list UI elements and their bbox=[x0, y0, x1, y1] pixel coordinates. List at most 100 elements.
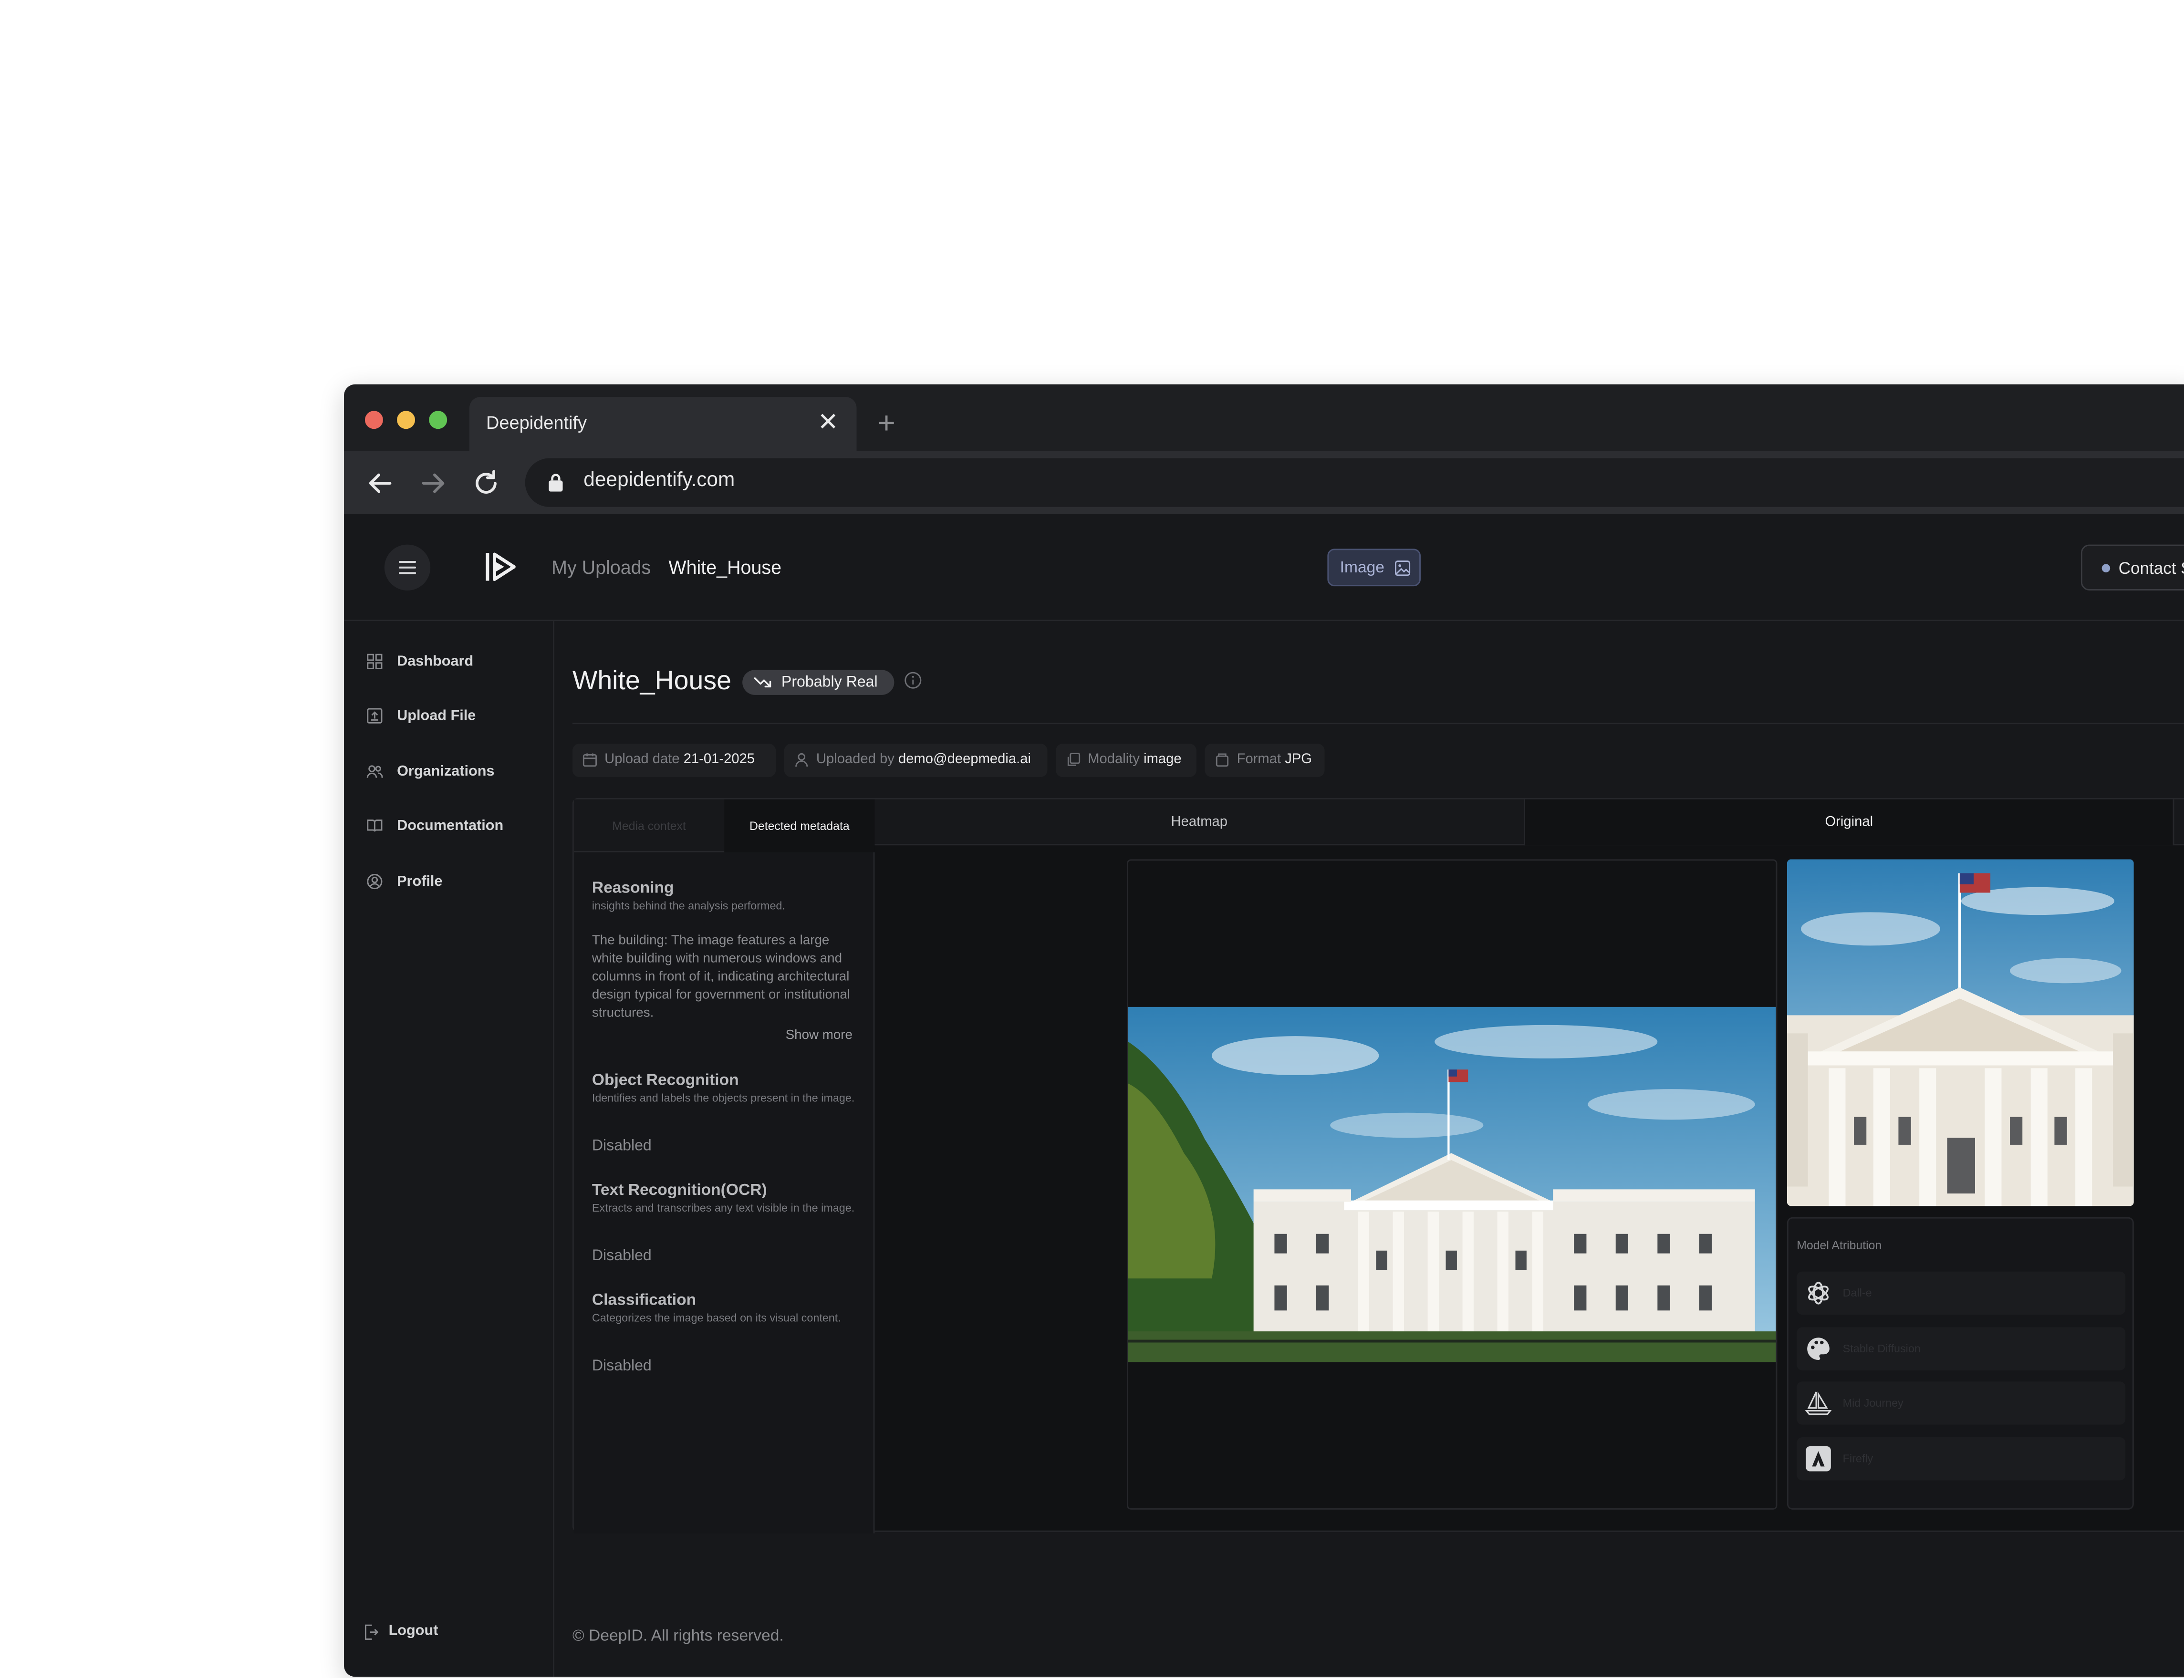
user-circle-icon bbox=[367, 874, 383, 890]
deepid-logo-icon[interactable] bbox=[485, 550, 518, 583]
sailboat-icon bbox=[1805, 1391, 1832, 1415]
meta-key: Uploaded by bbox=[816, 752, 894, 767]
reload-icon[interactable] bbox=[471, 468, 501, 498]
new-tab-icon[interactable]: + bbox=[877, 407, 895, 438]
browser-tab[interactable]: Deepidentify ✕ bbox=[469, 397, 857, 451]
modality-badge: Image bbox=[1327, 549, 1421, 587]
model-name: Mid Journey bbox=[1842, 1397, 1903, 1410]
minimize-window-button[interactable] bbox=[397, 411, 416, 429]
contact-button[interactable]: Contact S bbox=[2080, 544, 2184, 591]
modality-badge-label: Image bbox=[1340, 560, 1384, 577]
breadcrumb-parent[interactable]: My Uploads bbox=[551, 557, 651, 578]
book-icon bbox=[367, 819, 383, 832]
sidebar-item-label: Upload File bbox=[397, 707, 476, 725]
metadata-panel: Reasoning insights behind the analysis p… bbox=[573, 852, 875, 1534]
meta-value: demo@deepmedia.ai bbox=[898, 752, 1031, 767]
calendar-icon bbox=[582, 753, 597, 767]
classification-title: Classification bbox=[592, 1292, 697, 1309]
palette-icon bbox=[1807, 1338, 1830, 1360]
show-more-link[interactable]: Show more bbox=[786, 1028, 853, 1043]
classification-desc: Categorizes the image based on its visua… bbox=[592, 1312, 841, 1325]
meta-chip-modality: Modality image bbox=[1056, 744, 1196, 778]
object-recognition-desc: Identifies and labels the objects presen… bbox=[592, 1091, 855, 1105]
logout-label: Logout bbox=[388, 1622, 438, 1639]
footer-copyright: © DeepID. All rights reserved. bbox=[572, 1628, 784, 1645]
sidebar-item-documentation[interactable]: Documentation bbox=[366, 813, 548, 841]
sidebar-item-upload-file[interactable]: Upload File bbox=[366, 703, 548, 731]
model-name: Firefly bbox=[1842, 1452, 1873, 1465]
user-icon bbox=[795, 753, 808, 767]
users-icon bbox=[366, 765, 383, 778]
heatmap-viewer[interactable] bbox=[1126, 859, 1778, 1510]
reasoning-desc: insights behind the analysis performed. bbox=[592, 900, 785, 913]
sidebar-item-dashboard[interactable]: Dashboard bbox=[366, 649, 548, 677]
meta-chip-format: Format JPG bbox=[1205, 744, 1325, 778]
meta-key: Modality bbox=[1088, 752, 1140, 767]
tab-heatmap[interactable]: Heatmap bbox=[875, 799, 1525, 846]
model-row-firefly[interactable]: Firefly bbox=[1797, 1437, 2126, 1481]
analysis-panel: Media context Detected metadata Reasonin… bbox=[572, 798, 2184, 1534]
close-tab-icon[interactable]: ✕ bbox=[818, 408, 839, 436]
grid-icon bbox=[367, 653, 383, 669]
openai-icon bbox=[1808, 1282, 1829, 1305]
close-window-button[interactable] bbox=[364, 411, 383, 429]
sidebar-item-label: Profile bbox=[397, 873, 443, 890]
meta-chip-upload-date: Upload date 21-01-2025 bbox=[572, 744, 776, 778]
url-field[interactable]: deepidentify.com bbox=[525, 458, 2184, 507]
model-row-dall-e[interactable]: Dall-e bbox=[1797, 1271, 2126, 1315]
model-attribution-panel: Model Atribution Dall-e Stable Diffusion… bbox=[1787, 1217, 2134, 1510]
file-icon bbox=[1216, 753, 1229, 767]
white-house-image bbox=[1128, 1006, 1776, 1362]
sidebar-item-label: Documentation bbox=[397, 817, 504, 834]
tab-media-context[interactable]: Media context bbox=[574, 799, 724, 852]
menu-button[interactable] bbox=[384, 544, 431, 591]
tab-detected-metadata[interactable]: Detected metadata bbox=[724, 799, 875, 852]
verdict-badge: Probably Real bbox=[742, 670, 894, 695]
divider bbox=[572, 723, 2184, 725]
tab-original[interactable]: Original bbox=[1525, 799, 2174, 846]
logout-icon bbox=[364, 1624, 379, 1640]
meta-value: JPG bbox=[1285, 752, 1312, 767]
left-tabs: Media context Detected metadata bbox=[573, 799, 875, 852]
info-icon[interactable] bbox=[904, 671, 922, 689]
app: My Uploads White_House Image Contact S D… bbox=[344, 514, 2184, 1677]
ocr-title: Text Recognition(OCR) bbox=[592, 1182, 767, 1199]
view-tabs: Heatmap Original bbox=[874, 799, 2184, 846]
sidebar-item-organizations[interactable]: Organizations bbox=[366, 759, 548, 787]
model-attribution-title: Model Atribution bbox=[1797, 1238, 1882, 1252]
back-arrow-icon[interactable] bbox=[365, 468, 395, 498]
contact-button-label: Contact S bbox=[2118, 558, 2184, 578]
trend-down-icon bbox=[754, 677, 771, 688]
copy-icon bbox=[1067, 753, 1081, 766]
object-recognition-title: Object Recognition bbox=[592, 1072, 739, 1089]
browser-tab-title: Deepidentify bbox=[486, 412, 587, 433]
ocr-status: Disabled bbox=[592, 1247, 652, 1265]
model-row-mid-journey[interactable]: Mid Journey bbox=[1797, 1381, 2126, 1425]
maximize-window-button[interactable] bbox=[429, 411, 447, 429]
upload-icon bbox=[367, 708, 383, 724]
sidebar-item-label: Organizations bbox=[397, 763, 495, 780]
meta-value: image bbox=[1144, 752, 1182, 767]
meta-key: Upload date bbox=[604, 752, 680, 767]
forward-arrow-icon[interactable] bbox=[418, 468, 448, 498]
breadcrumb-current: White_House bbox=[668, 557, 782, 578]
original-image-viewer[interactable] bbox=[1787, 859, 2134, 1206]
adobe-icon bbox=[1806, 1446, 1831, 1472]
ocr-desc: Extracts and transcribes any text visibl… bbox=[592, 1202, 855, 1214]
page-title: White_House bbox=[572, 667, 731, 696]
app-header: My Uploads White_House Image Contact S bbox=[344, 514, 2184, 622]
main-content: White_House Probably Real Upload date 21… bbox=[554, 621, 2184, 1677]
model-row-stable-diffusion[interactable]: Stable Diffusion bbox=[1797, 1327, 2126, 1370]
address-bar: deepidentify.com bbox=[344, 451, 2184, 514]
sidebar: Dashboard Upload File Organizations Docu… bbox=[344, 621, 555, 1677]
object-recognition-status: Disabled bbox=[592, 1138, 652, 1155]
sidebar-item-label: Dashboard bbox=[397, 653, 474, 670]
status-dot bbox=[2101, 564, 2111, 572]
meta-chip-uploaded-by: Uploaded by demo@deepmedia.ai bbox=[784, 744, 1048, 778]
model-name: Dall-e bbox=[1842, 1286, 1872, 1299]
verdict-label: Probably Real bbox=[781, 674, 878, 691]
sidebar-item-profile[interactable]: Profile bbox=[366, 869, 548, 897]
classification-status: Disabled bbox=[592, 1358, 652, 1375]
model-name: Stable Diffusion bbox=[1842, 1342, 1921, 1355]
white-house-closeup-image bbox=[1787, 859, 2134, 1206]
